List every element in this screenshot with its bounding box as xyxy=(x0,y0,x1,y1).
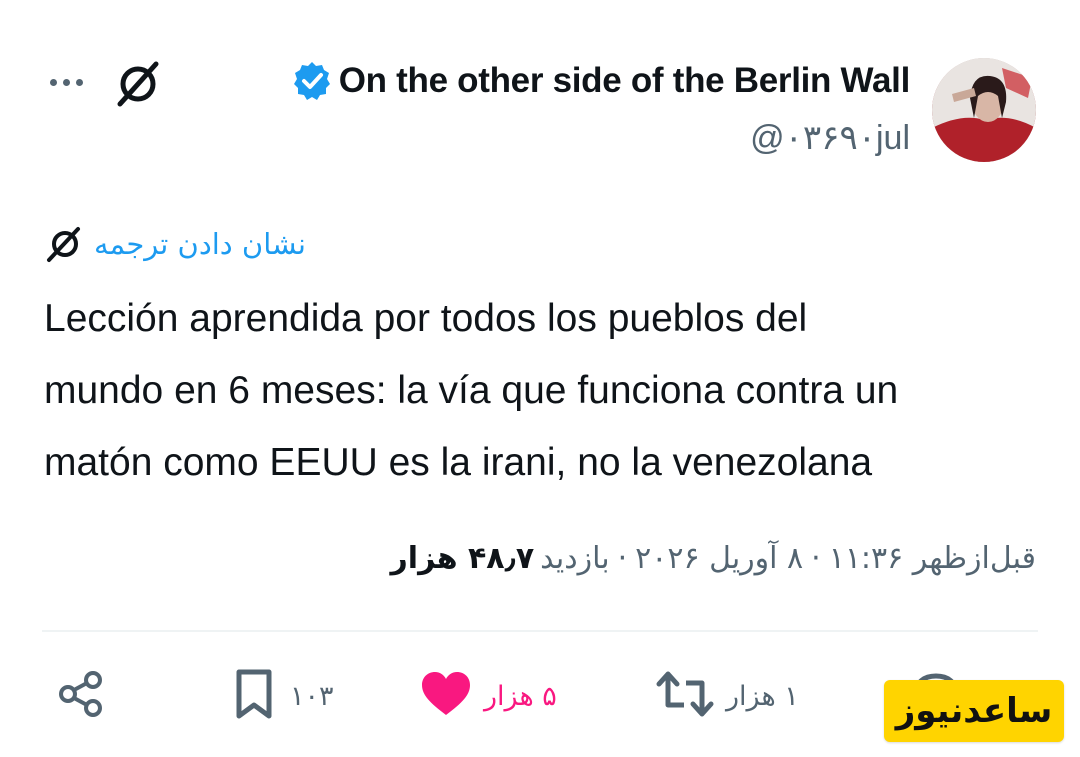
verified-badge-icon xyxy=(291,60,333,102)
bookmark-icon xyxy=(230,667,278,726)
meta-separator: · xyxy=(811,540,821,576)
tweet-text: Lección aprendida por todos los pueblos … xyxy=(44,297,899,484)
heart-icon xyxy=(420,671,472,722)
show-translation-link[interactable]: نشان دادن ترجمه xyxy=(44,222,306,266)
more-dot xyxy=(49,78,57,86)
more-options-button[interactable] xyxy=(42,62,90,102)
retweet-button[interactable]: ۱ هزار xyxy=(656,668,799,724)
retweet-icon xyxy=(656,669,714,724)
like-button[interactable]: ۵ هزار xyxy=(420,668,557,724)
tweet-time[interactable]: قبل‌ازظهر ۱۱:۳۶ xyxy=(829,541,1036,576)
tweet-date[interactable]: ۸ آوریل ۲۰۲۶ xyxy=(635,541,803,576)
views-count[interactable]: ۴۸٫۷ هزار xyxy=(391,541,535,576)
author-display-name[interactable]: On the other side of the Berlin Wall xyxy=(339,61,911,101)
grok-translate-icon xyxy=(44,224,84,264)
share-button[interactable] xyxy=(56,668,106,724)
avatar[interactable] xyxy=(932,58,1036,162)
meta-separator: · xyxy=(617,540,628,576)
tweet-meta: قبل‌ازظهر ۱۱:۳۶ · ۸ آوریل ۲۰۲۶ · بازدید … xyxy=(385,535,1036,581)
divider xyxy=(42,630,1038,632)
grok-icon[interactable] xyxy=(112,58,164,108)
saednews-watermark-logo: ساعدنیوز xyxy=(884,680,1064,742)
show-translation-label: نشان دادن ترجمه xyxy=(94,227,307,261)
retweet-count: ۱ هزار xyxy=(726,680,799,712)
author-name-row[interactable]: On the other side of the Berlin Wall xyxy=(291,56,910,106)
more-dot xyxy=(62,78,70,86)
bookmark-count: ۱۰۳ xyxy=(290,680,334,712)
more-dot xyxy=(75,78,83,86)
author-handle[interactable]: @۰۳۶۹۰jul xyxy=(750,118,910,158)
bookmark-button[interactable]: ۱۰۳ xyxy=(230,668,334,724)
like-count: ۵ هزار xyxy=(484,680,557,712)
share-icon xyxy=(56,669,106,724)
views-label: بازدید xyxy=(540,540,610,576)
